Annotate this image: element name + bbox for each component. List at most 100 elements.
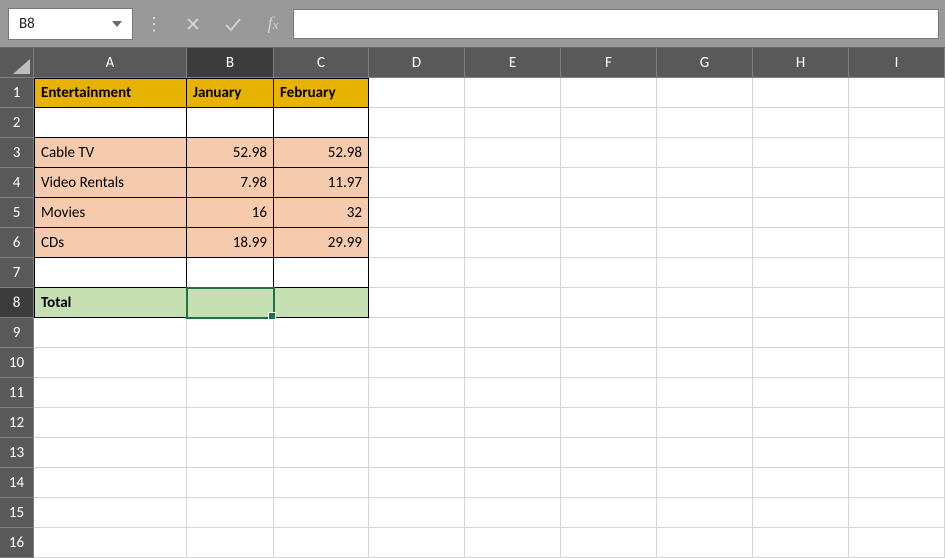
cell-G9[interactable] xyxy=(657,318,753,348)
cell-B13[interactable] xyxy=(187,438,274,468)
cell-D13[interactable] xyxy=(369,438,465,468)
cell-F5[interactable] xyxy=(561,198,657,228)
cell-I12[interactable] xyxy=(849,408,945,438)
cell-C13[interactable] xyxy=(274,438,369,468)
cell-B2[interactable] xyxy=(187,108,274,138)
cell-H15[interactable] xyxy=(753,498,849,528)
column-header-I[interactable]: I xyxy=(849,48,945,78)
cell-H9[interactable] xyxy=(753,318,849,348)
cell-B3[interactable]: 52.98 xyxy=(187,138,274,168)
cell-A15[interactable] xyxy=(34,498,187,528)
row-header-8[interactable]: 8 xyxy=(0,288,34,318)
cell-A13[interactable] xyxy=(34,438,187,468)
row-header-10[interactable]: 10 xyxy=(0,348,34,378)
row-header-7[interactable]: 7 xyxy=(0,258,34,288)
cell-I16[interactable] xyxy=(849,528,945,558)
cell-I15[interactable] xyxy=(849,498,945,528)
column-header-G[interactable]: G xyxy=(657,48,753,78)
cell-A14[interactable] xyxy=(34,468,187,498)
cell-G16[interactable] xyxy=(657,528,753,558)
cell-D4[interactable] xyxy=(369,168,465,198)
enter-button[interactable] xyxy=(213,0,253,48)
cell-F3[interactable] xyxy=(561,138,657,168)
cell-I3[interactable] xyxy=(849,138,945,168)
cell-C1[interactable]: February xyxy=(274,78,369,108)
cell-H5[interactable] xyxy=(753,198,849,228)
cell-H4[interactable] xyxy=(753,168,849,198)
row-header-13[interactable]: 13 xyxy=(0,438,34,468)
cell-G15[interactable] xyxy=(657,498,753,528)
row-header-9[interactable]: 9 xyxy=(0,318,34,348)
cell-B14[interactable] xyxy=(187,468,274,498)
cell-I8[interactable] xyxy=(849,288,945,318)
cell-H7[interactable] xyxy=(753,258,849,288)
cell-C16[interactable] xyxy=(274,528,369,558)
cell-E1[interactable] xyxy=(465,78,561,108)
cell-F11[interactable] xyxy=(561,378,657,408)
cancel-button[interactable] xyxy=(173,0,213,48)
cell-D8[interactable] xyxy=(369,288,465,318)
cell-G5[interactable] xyxy=(657,198,753,228)
cell-B16[interactable] xyxy=(187,528,274,558)
cell-G12[interactable] xyxy=(657,408,753,438)
cell-A11[interactable] xyxy=(34,378,187,408)
row-header-11[interactable]: 11 xyxy=(0,378,34,408)
cell-E2[interactable] xyxy=(465,108,561,138)
cell-H10[interactable] xyxy=(753,348,849,378)
name-box[interactable]: B8 xyxy=(8,8,133,40)
cell-D16[interactable] xyxy=(369,528,465,558)
cell-C8[interactable] xyxy=(274,288,369,318)
cell-B11[interactable] xyxy=(187,378,274,408)
row-header-14[interactable]: 14 xyxy=(0,468,34,498)
insert-function-button[interactable]: fx xyxy=(253,0,293,48)
cell-A7[interactable] xyxy=(34,258,187,288)
cell-C9[interactable] xyxy=(274,318,369,348)
cell-A5[interactable]: Movies xyxy=(34,198,187,228)
row-header-3[interactable]: 3 xyxy=(0,138,34,168)
cell-F6[interactable] xyxy=(561,228,657,258)
cell-I1[interactable] xyxy=(849,78,945,108)
cell-E8[interactable] xyxy=(465,288,561,318)
row-header-5[interactable]: 5 xyxy=(0,198,34,228)
spreadsheet-grid[interactable]: ABCDEFGHI1EntertainmentJanuaryFebruary23… xyxy=(0,48,945,558)
cell-D11[interactable] xyxy=(369,378,465,408)
cell-C2[interactable] xyxy=(274,108,369,138)
cell-H1[interactable] xyxy=(753,78,849,108)
cell-C3[interactable]: 52.98 xyxy=(274,138,369,168)
cell-G13[interactable] xyxy=(657,438,753,468)
cell-F15[interactable] xyxy=(561,498,657,528)
cell-F10[interactable] xyxy=(561,348,657,378)
cell-A16[interactable] xyxy=(34,528,187,558)
column-header-H[interactable]: H xyxy=(753,48,849,78)
formula-input[interactable] xyxy=(293,9,939,39)
cell-E9[interactable] xyxy=(465,318,561,348)
cell-I11[interactable] xyxy=(849,378,945,408)
cell-H3[interactable] xyxy=(753,138,849,168)
cell-A8[interactable]: Total xyxy=(34,288,187,318)
cell-I10[interactable] xyxy=(849,348,945,378)
cell-D12[interactable] xyxy=(369,408,465,438)
cell-D6[interactable] xyxy=(369,228,465,258)
cell-A3[interactable]: Cable TV xyxy=(34,138,187,168)
cell-G7[interactable] xyxy=(657,258,753,288)
cell-I6[interactable] xyxy=(849,228,945,258)
cell-B15[interactable] xyxy=(187,498,274,528)
cell-I7[interactable] xyxy=(849,258,945,288)
cell-E6[interactable] xyxy=(465,228,561,258)
cell-E11[interactable] xyxy=(465,378,561,408)
cell-C5[interactable]: 32 xyxy=(274,198,369,228)
cell-E13[interactable] xyxy=(465,438,561,468)
cell-D10[interactable] xyxy=(369,348,465,378)
cell-H11[interactable] xyxy=(753,378,849,408)
cell-E12[interactable] xyxy=(465,408,561,438)
cell-E16[interactable] xyxy=(465,528,561,558)
cell-F16[interactable] xyxy=(561,528,657,558)
cell-B8[interactable] xyxy=(187,288,274,318)
cell-C10[interactable] xyxy=(274,348,369,378)
chevron-down-icon[interactable] xyxy=(112,21,122,27)
cell-H16[interactable] xyxy=(753,528,849,558)
cell-H12[interactable] xyxy=(753,408,849,438)
cell-F13[interactable] xyxy=(561,438,657,468)
column-header-F[interactable]: F xyxy=(561,48,657,78)
cell-B1[interactable]: January xyxy=(187,78,274,108)
